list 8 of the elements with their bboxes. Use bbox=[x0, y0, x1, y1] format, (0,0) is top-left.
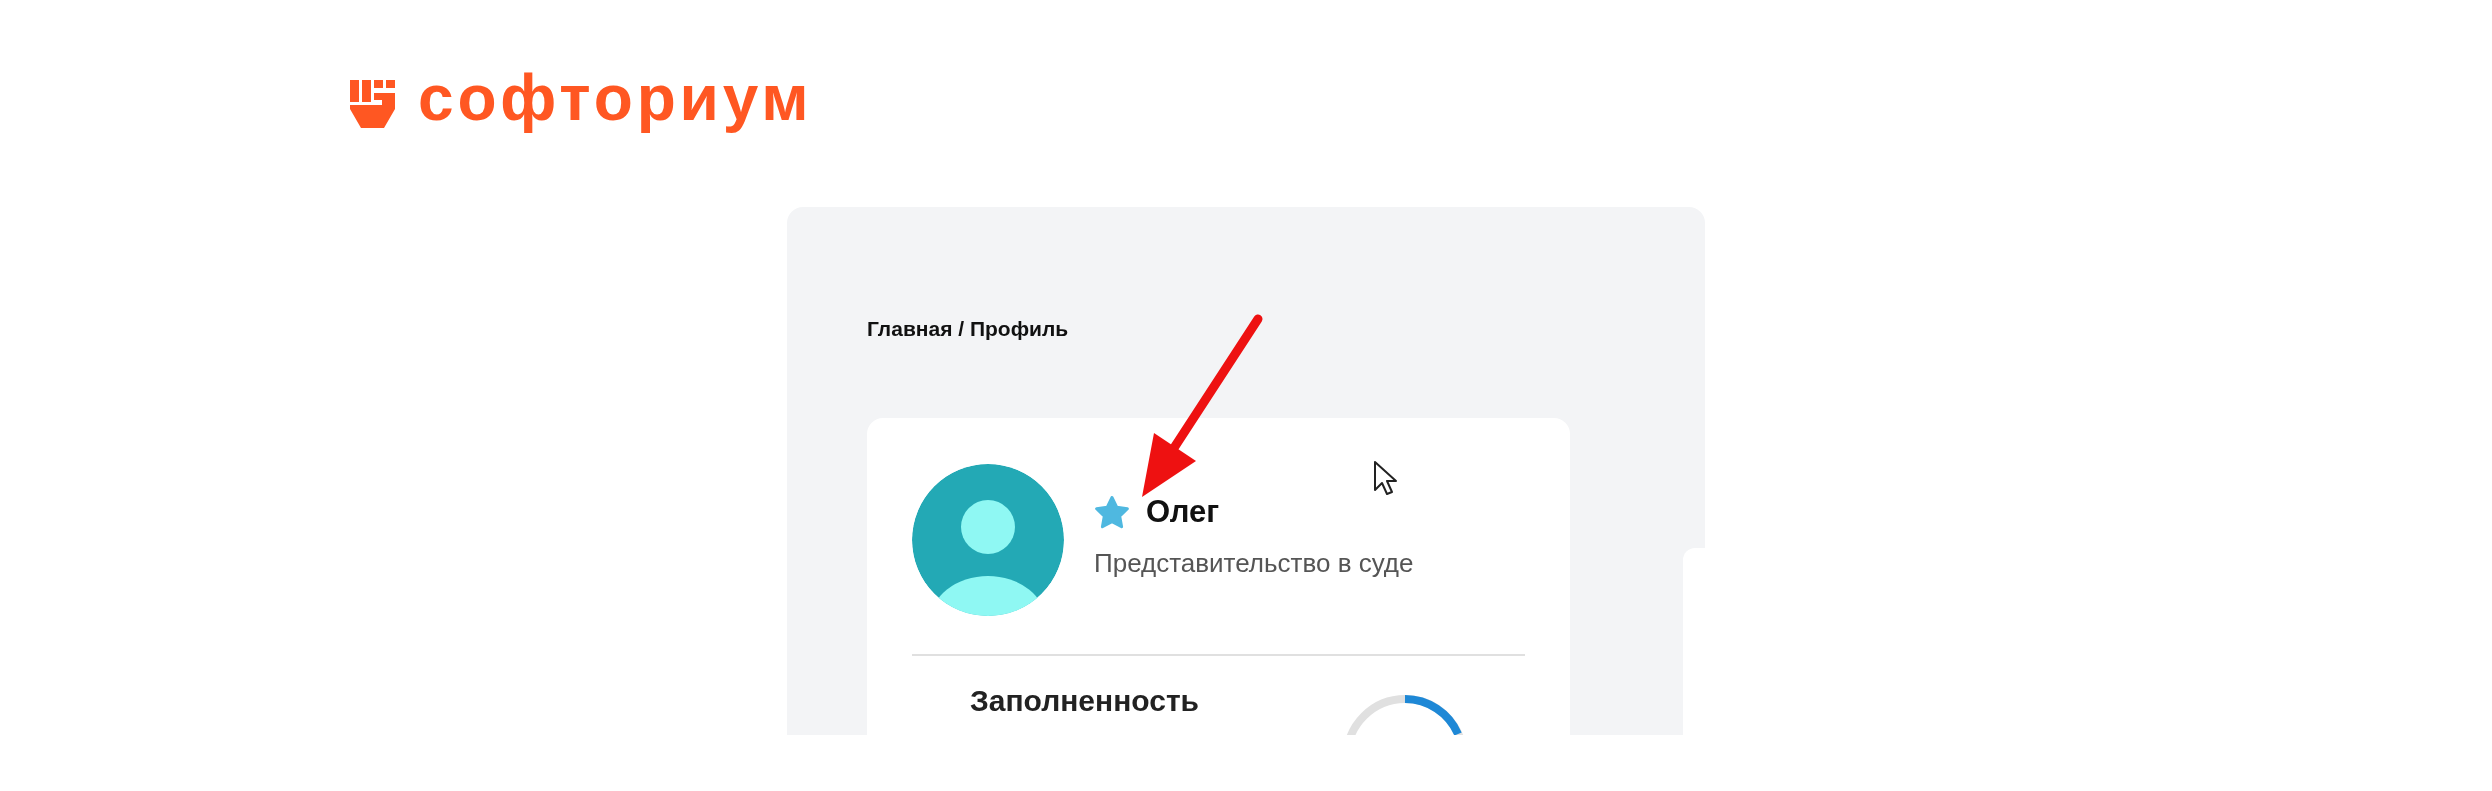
cursor-icon bbox=[1373, 460, 1397, 496]
profile-name: Олег bbox=[1146, 493, 1220, 532]
breadcrumb: Главная / Профиль bbox=[867, 316, 1069, 342]
fist-logo-icon bbox=[350, 80, 398, 128]
profile-subtitle: Представительство в суде bbox=[1094, 546, 1414, 580]
avatar-icon bbox=[912, 464, 1064, 616]
completeness-label: Заполненность bbox=[970, 684, 1200, 718]
star-icon bbox=[1094, 495, 1130, 530]
